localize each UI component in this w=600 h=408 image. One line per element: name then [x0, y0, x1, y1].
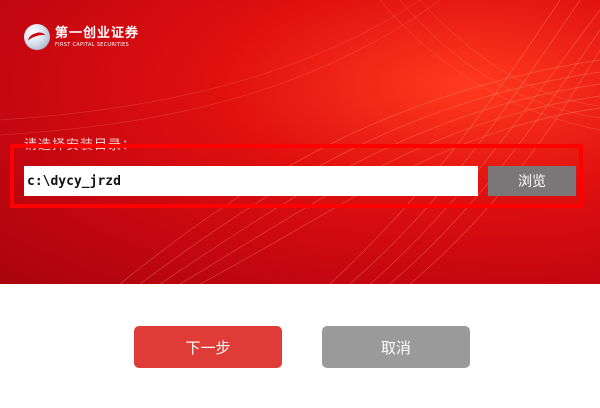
- install-path-input[interactable]: [24, 166, 478, 196]
- next-step-button[interactable]: 下一步: [134, 326, 282, 368]
- logo-name-chinese: 第一创业证券: [55, 25, 140, 41]
- globe-logo-icon: [24, 24, 50, 50]
- installer-banner: 第一创业证券 FIRST CAPITAL SECURITIES 请选择安装目录：: [0, 0, 600, 284]
- cancel-button[interactable]: 取消: [322, 326, 470, 368]
- company-logo: 第一创业证券 FIRST CAPITAL SECURITIES: [24, 22, 139, 52]
- browse-button[interactable]: 浏览: [488, 166, 576, 196]
- logo-name-english: FIRST CAPITAL SECURITIES: [55, 41, 129, 48]
